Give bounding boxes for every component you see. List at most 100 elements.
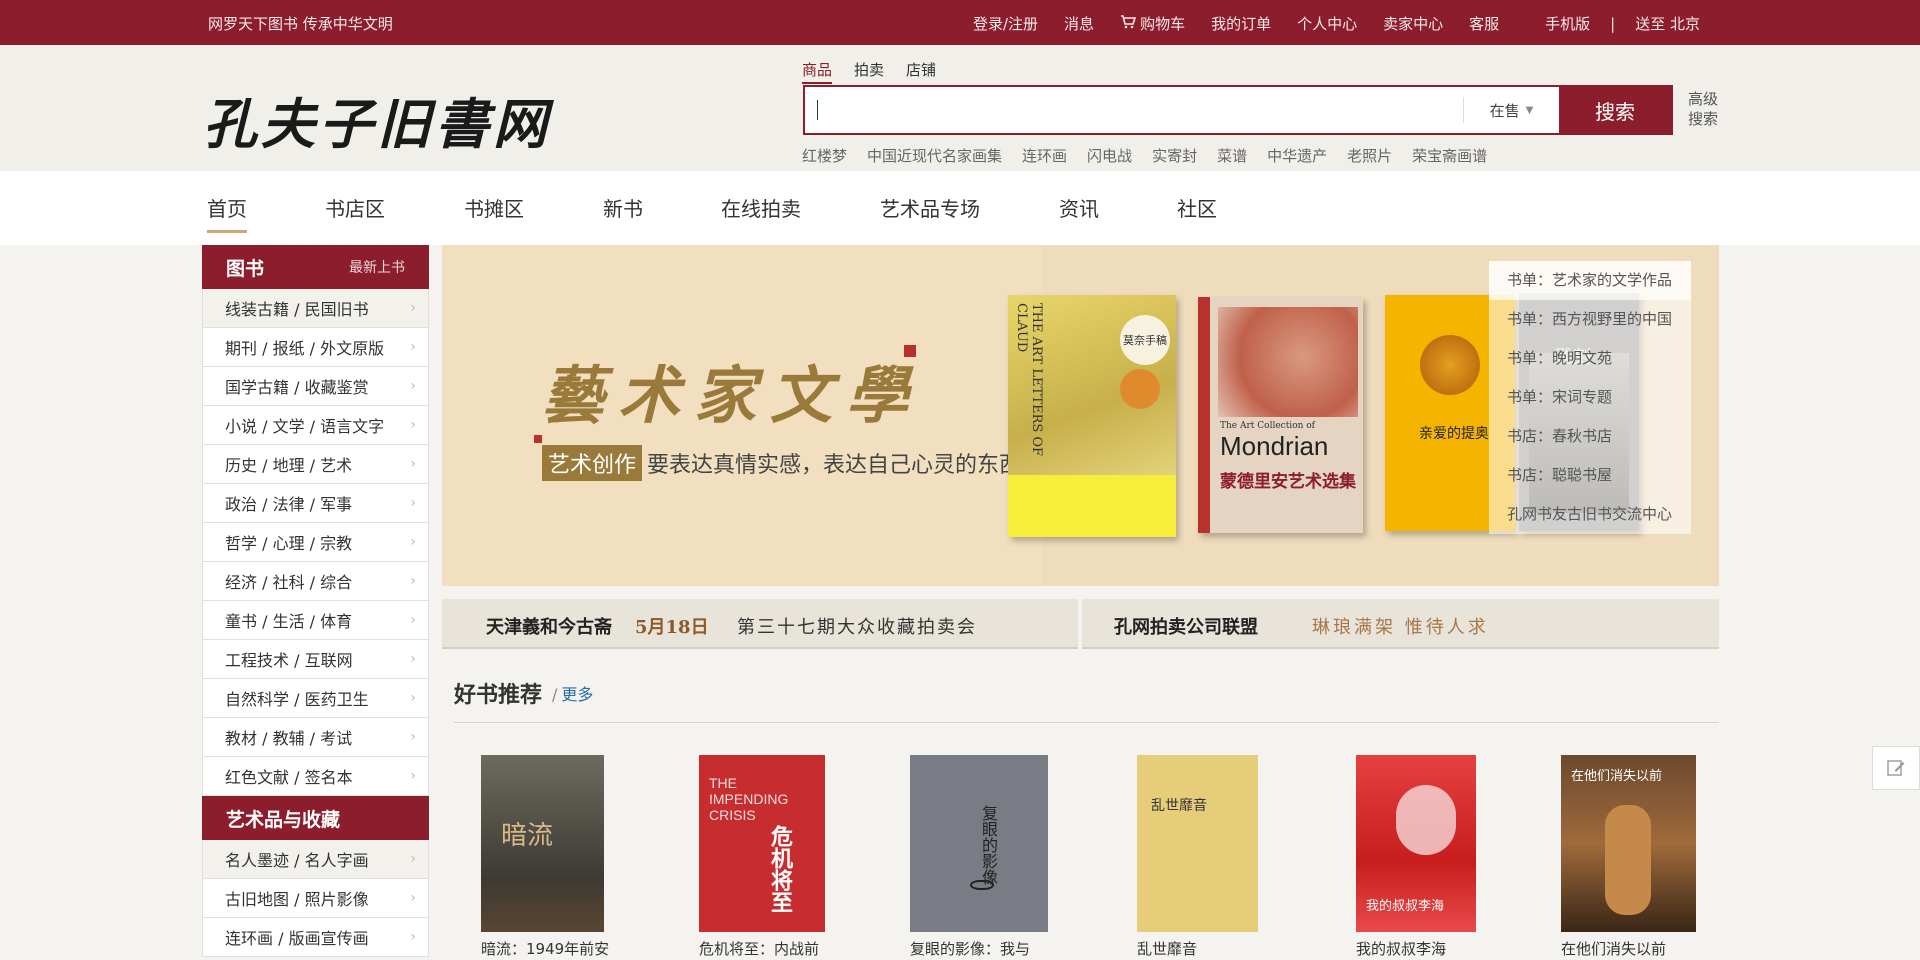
subbanner-slogan: 琳琅满架 惟待人求 — [1312, 617, 1489, 638]
category-item[interactable]: 红色文献 / 签名本 › — [202, 757, 429, 796]
ship-to-location[interactable]: 送至 北京 — [1635, 13, 1700, 34]
status-dropdown[interactable]: 在售 ▼ — [1463, 97, 1559, 123]
book-cover[interactable]: THE IMPENDING CRISIS 危机将至 — [699, 755, 825, 932]
hot-word[interactable]: 闪电战 — [1087, 145, 1132, 166]
category-item[interactable]: 古旧地图 / 照片影像 › — [202, 879, 429, 918]
good-books-more[interactable]: / 更多 — [552, 681, 593, 705]
category-item[interactable]: 小说 / 文学 / 语言文字 › — [202, 406, 429, 445]
category-label: 古旧地图 / 照片影像 — [225, 890, 369, 909]
nav-bookstores[interactable]: 书店区 — [325, 193, 385, 222]
search-tabs: 商品 拍卖 店铺 — [802, 59, 958, 84]
hot-word[interactable]: 菜谱 — [1217, 145, 1247, 166]
login-link[interactable]: 登录/注册 — [973, 13, 1038, 34]
search-tab-goods[interactable]: 商品 — [802, 59, 833, 84]
book-spine — [1198, 297, 1210, 533]
nav-online-auction[interactable]: 在线拍卖 — [721, 193, 801, 222]
booklist-item[interactable]: 书单：艺术家的文学作品 — [1489, 261, 1691, 300]
chevron-right-icon: › — [410, 612, 416, 628]
books-category-title[interactable]: 图书 — [226, 254, 264, 281]
nav-bookstalls[interactable]: 书摊区 — [464, 193, 524, 222]
category-item[interactable]: 国学古籍 / 收藏鉴赏 › — [202, 367, 429, 406]
book-cover-art — [1218, 307, 1358, 417]
personal-center-link[interactable]: 个人中心 — [1297, 13, 1357, 34]
cart-icon[interactable] — [1120, 14, 1137, 33]
book-cover[interactable]: 乱世靡音 — [1137, 755, 1258, 932]
main-nav: 首页 书店区 书摊区 新书 在线拍卖 艺术品专场 资讯 社区 — [0, 171, 1920, 245]
nav-news[interactable]: 资讯 — [1059, 193, 1099, 222]
category-item[interactable]: 教材 / 教辅 / 考试 › — [202, 718, 429, 757]
edit-icon[interactable] — [1872, 746, 1920, 790]
book-cn-title: 亲爱的提奥 — [1419, 426, 1489, 442]
category-item[interactable]: 经济 / 社科 / 综合 › — [202, 562, 429, 601]
advanced-search-link[interactable]: 高级搜索 — [1688, 89, 1728, 129]
orders-link[interactable]: 我的订单 — [1211, 13, 1271, 34]
nav-art-special[interactable]: 艺术品专场 — [880, 193, 980, 222]
hot-word[interactable]: 红楼梦 — [802, 145, 847, 166]
promo-banner[interactable]: 藝术家文學 艺术创作 要表达真情实感，表达自己心灵的东西。 THE ART LE… — [442, 245, 1719, 586]
booklist-item[interactable]: 孔网书友古旧书交流中心 — [1489, 495, 1691, 534]
nav-new-books[interactable]: 新书 — [603, 193, 643, 222]
category-item[interactable]: 工程技术 / 互联网 › — [202, 640, 429, 679]
hot-word[interactable]: 实寄封 — [1152, 145, 1197, 166]
book-name[interactable]: 暗流：1949年前安 — [481, 938, 609, 959]
category-item[interactable]: 期刊 / 报纸 / 外文原版 › — [202, 328, 429, 367]
booklist-item[interactable]: 书单：西方视野里的中国 — [1489, 300, 1691, 339]
book-cover[interactable]: 复眼的影像 — [910, 755, 1048, 932]
nav-community[interactable]: 社区 — [1177, 193, 1217, 222]
book-cn-title: 蒙德里安艺术选集 — [1220, 472, 1356, 492]
auction-banner-tianjin[interactable]: 天津義和今古斋 5月18日 第三十七期大众收藏拍卖会 — [442, 599, 1078, 649]
art-category-title[interactable]: 艺术品与收藏 — [226, 805, 340, 832]
cover-text: 我的叔叔李海 — [1366, 899, 1445, 914]
book-cover[interactable]: 我的叔叔李海 — [1356, 755, 1476, 932]
search-input[interactable] — [805, 87, 1463, 133]
book-name[interactable]: 乱世靡音 — [1137, 938, 1197, 959]
category-item[interactable]: 自然科学 / 医药卫生 › — [202, 679, 429, 718]
category-item[interactable]: 名人墨迹 / 名人字画 › — [202, 840, 429, 879]
cover-figure — [1605, 805, 1651, 915]
booklist-item[interactable]: 书店：春秋书店 — [1489, 417, 1691, 456]
latest-books-link[interactable]: 最新上书 — [349, 257, 405, 277]
top-bar: 网罗天下图书 传承中华文明 登录/注册 消息 购物车 我的订单 个人中心 卖家中… — [0, 0, 1920, 45]
cover-text: 危机将至 — [767, 825, 792, 913]
hot-word[interactable]: 荣宝斋画谱 — [1412, 145, 1487, 166]
mobile-link[interactable]: 手机版 — [1545, 13, 1590, 34]
site-logo[interactable]: 孔夫子旧書网 — [203, 80, 551, 159]
book-name[interactable]: 危机将至：内战前 — [699, 938, 819, 959]
category-item[interactable]: 线装古籍 / 民国旧书 › — [202, 289, 429, 328]
category-label: 政治 / 法律 / 军事 — [225, 495, 353, 514]
search-tab-shop[interactable]: 店铺 — [906, 59, 936, 84]
auction-banner-alliance[interactable]: 孔网拍卖公司联盟 琳琅满架 惟待人求 — [1082, 599, 1719, 649]
nav-home[interactable]: 首页 — [207, 193, 247, 233]
chevron-right-icon: › — [410, 768, 416, 784]
chevron-right-icon: › — [410, 456, 416, 472]
messages-link[interactable]: 消息 — [1064, 13, 1094, 34]
cart-link[interactable]: 购物车 — [1140, 13, 1185, 34]
category-label: 哲学 / 心理 / 宗教 — [225, 534, 353, 553]
search-tab-auction[interactable]: 拍卖 — [854, 59, 884, 84]
book-cover[interactable]: 暗流 — [481, 755, 604, 932]
search-button[interactable]: 搜索 — [1559, 87, 1671, 133]
booklist-item[interactable]: 书单：晚明文苑 — [1489, 339, 1691, 378]
customer-service-link[interactable]: 客服 — [1469, 13, 1499, 34]
category-item[interactable]: 连环画 / 版画宣传画 › — [202, 918, 429, 957]
seller-center-link[interactable]: 卖家中心 — [1383, 13, 1443, 34]
book-cn-title: 莫奈手稿 — [1120, 315, 1170, 365]
book-name[interactable]: 在他们消失以前 — [1561, 938, 1666, 959]
category-item[interactable]: 历史 / 地理 / 艺术 › — [202, 445, 429, 484]
cover-text: 暗流 — [501, 821, 554, 851]
banner-book-monet[interactable]: THE ART LETTERS OF CLAUD 莫奈手稿 — [1008, 295, 1176, 537]
category-item[interactable]: 童书 / 生活 / 体育 › — [202, 601, 429, 640]
hot-word[interactable]: 连环画 — [1022, 145, 1067, 166]
hot-word[interactable]: 中华遗产 — [1267, 145, 1327, 166]
booklist-item[interactable]: 书店：聪聪书屋 — [1489, 456, 1691, 495]
book-name[interactable]: 我的叔叔李海 — [1356, 938, 1446, 959]
category-item[interactable]: 政治 / 法律 / 军事 › — [202, 484, 429, 523]
book-name[interactable]: 复眼的影像：我与 — [910, 938, 1030, 959]
more-link[interactable]: 更多 — [561, 685, 593, 704]
category-item[interactable]: 哲学 / 心理 / 宗教 › — [202, 523, 429, 562]
book-cover[interactable]: 在他们消失以前 — [1561, 755, 1696, 932]
booklist-item[interactable]: 书单：宋词专题 — [1489, 378, 1691, 417]
hot-word[interactable]: 老照片 — [1347, 145, 1392, 166]
banner-book-mondrian[interactable]: The Art Collection of Mondrian 蒙德里安艺术选集 — [1198, 297, 1363, 533]
hot-word[interactable]: 中国近现代名家画集 — [867, 145, 1002, 166]
